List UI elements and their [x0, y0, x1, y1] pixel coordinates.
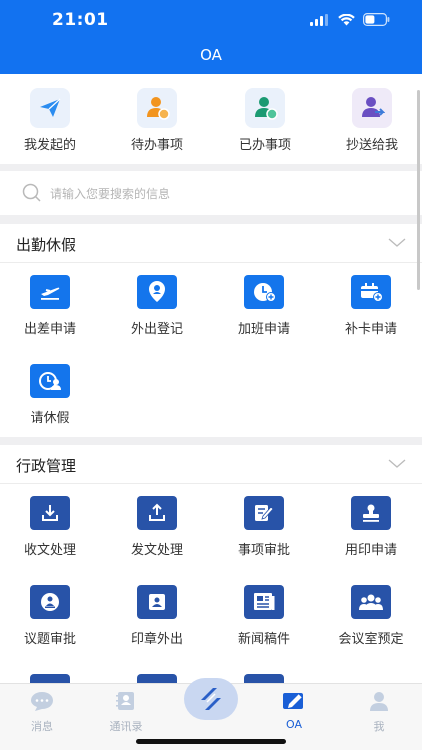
- grid-item-label: 出差申请: [23, 322, 76, 337]
- tab-oa[interactable]: OA: [259, 690, 329, 731]
- grid-item-overtime[interactable]: 加班申请: [214, 275, 314, 337]
- grid-item-label: 印章外出: [130, 632, 183, 647]
- quick-item-label: 待办事项: [130, 138, 183, 153]
- search-input[interactable]: 请输入您要搜索的信息: [50, 185, 170, 202]
- grid-item-meeting-room[interactable]: 会议室预定: [321, 585, 421, 647]
- grid-item-approval[interactable]: 事项审批: [214, 496, 314, 558]
- grid-item-label: 请休假: [30, 411, 70, 426]
- quick-item-pending[interactable]: 待办事项: [112, 88, 202, 153]
- newspaper-icon: [244, 585, 284, 619]
- grid-item-label: 用印申请: [344, 543, 397, 558]
- download-icon: [30, 496, 70, 530]
- meeting-group-icon: [351, 585, 391, 619]
- app-logo-icon: [201, 688, 221, 710]
- paper-plane-icon: [30, 88, 70, 128]
- page-title: OA: [200, 46, 222, 64]
- quick-item-label: 抄送给我: [345, 138, 398, 153]
- chevron-down-icon[interactable]: [388, 238, 406, 248]
- tab-messages[interactable]: 消息: [7, 690, 77, 734]
- chevron-down-icon[interactable]: [388, 459, 406, 469]
- grid-item-label: 新闻稿件: [237, 632, 290, 647]
- section-title: 出勤休假: [16, 236, 77, 254]
- grid-item-label: 外出登记: [130, 322, 183, 337]
- tab-label: 通讯录: [109, 720, 143, 733]
- clock-person-icon: [30, 364, 70, 398]
- clock-plus-icon: [244, 275, 284, 309]
- grid-item-label: 议题审批: [23, 632, 76, 647]
- status-time: 21:01: [52, 10, 109, 30]
- section-administration: 行政管理 收文处理 发文处理 事项审批 用印申请 议题审批 印章外出 新闻稿件 …: [0, 445, 422, 684]
- user-pending-icon: [137, 88, 177, 128]
- scrollbar[interactable]: [417, 90, 420, 290]
- grid-item-news[interactable]: 新闻稿件: [214, 585, 314, 647]
- tab-contacts[interactable]: 通讯录: [91, 690, 161, 734]
- contacts-book-icon: [116, 692, 134, 710]
- section-title: 行政管理: [16, 457, 77, 475]
- grid-item-receive-doc[interactable]: 收文处理: [0, 496, 100, 558]
- upload-icon: [137, 496, 177, 530]
- airplane-icon: [30, 275, 70, 309]
- search-icon: [22, 183, 41, 202]
- seal-out-icon: [137, 585, 177, 619]
- battery-icon: [363, 13, 390, 26]
- grid-item-label: 发文处理: [130, 543, 183, 558]
- quick-item-done[interactable]: 已办事项: [220, 88, 310, 153]
- quick-item-initiated[interactable]: 我发起的: [5, 88, 95, 153]
- app-center-button[interactable]: [184, 678, 238, 720]
- section-attendance: 出勤休假 出差申请 外出登记 加班申请 补卡申请 请休假: [0, 224, 422, 437]
- tab-label: 我: [373, 720, 385, 733]
- user-cc-icon: [352, 88, 392, 128]
- divider: [0, 483, 422, 484]
- grid-item-label: 收文处理: [23, 543, 76, 558]
- stamp-icon: [351, 496, 391, 530]
- location-pin-icon: [137, 275, 177, 309]
- cellular-signal-icon: [310, 13, 328, 26]
- grid-item-label: 加班申请: [237, 322, 290, 337]
- divider: [0, 262, 422, 263]
- app-header: 21:01 OA: [0, 0, 422, 74]
- grid-item-seal-request[interactable]: 用印申请: [321, 496, 421, 558]
- grid-item-punch-card[interactable]: 补卡申请: [321, 275, 421, 337]
- tab-me[interactable]: 我: [344, 690, 414, 734]
- quick-item-cc[interactable]: 抄送给我: [327, 88, 417, 153]
- grid-item-label: 事项审批: [237, 543, 290, 558]
- person-icon: [370, 692, 388, 711]
- user-done-icon: [245, 88, 285, 128]
- search-bar[interactable]: 请输入您要搜索的信息: [0, 171, 422, 215]
- grid-item-business-trip[interactable]: 出差申请: [0, 275, 100, 337]
- grid-item-seal-out[interactable]: 印章外出: [107, 585, 207, 647]
- home-indicator[interactable]: [136, 739, 286, 744]
- tab-label: 消息: [31, 720, 53, 733]
- grid-item-leave[interactable]: 请休假: [0, 364, 100, 426]
- status-bar: 21:01: [0, 0, 422, 40]
- grid-item-topic-approval[interactable]: 议题审批: [0, 585, 100, 647]
- quick-actions-panel: 我发起的 待办事项 已办事项 抄送给我: [0, 74, 422, 164]
- quick-item-label: 我发起的: [23, 138, 76, 153]
- status-icons: [310, 13, 390, 26]
- topic-icon: [30, 585, 70, 619]
- card-plus-icon: [351, 275, 391, 309]
- quick-item-label: 已办事项: [238, 138, 291, 153]
- edit-square-icon: [283, 693, 303, 709]
- grid-item-label: 会议室预定: [338, 632, 404, 647]
- tab-label: OA: [286, 718, 302, 731]
- grid-item-outing[interactable]: 外出登记: [107, 275, 207, 337]
- chat-bubble-icon: [31, 692, 53, 711]
- grid-item-label: 补卡申请: [344, 322, 397, 337]
- grid-item-send-doc[interactable]: 发文处理: [107, 496, 207, 558]
- wifi-icon: [338, 13, 355, 25]
- pen-doc-icon: [244, 496, 284, 530]
